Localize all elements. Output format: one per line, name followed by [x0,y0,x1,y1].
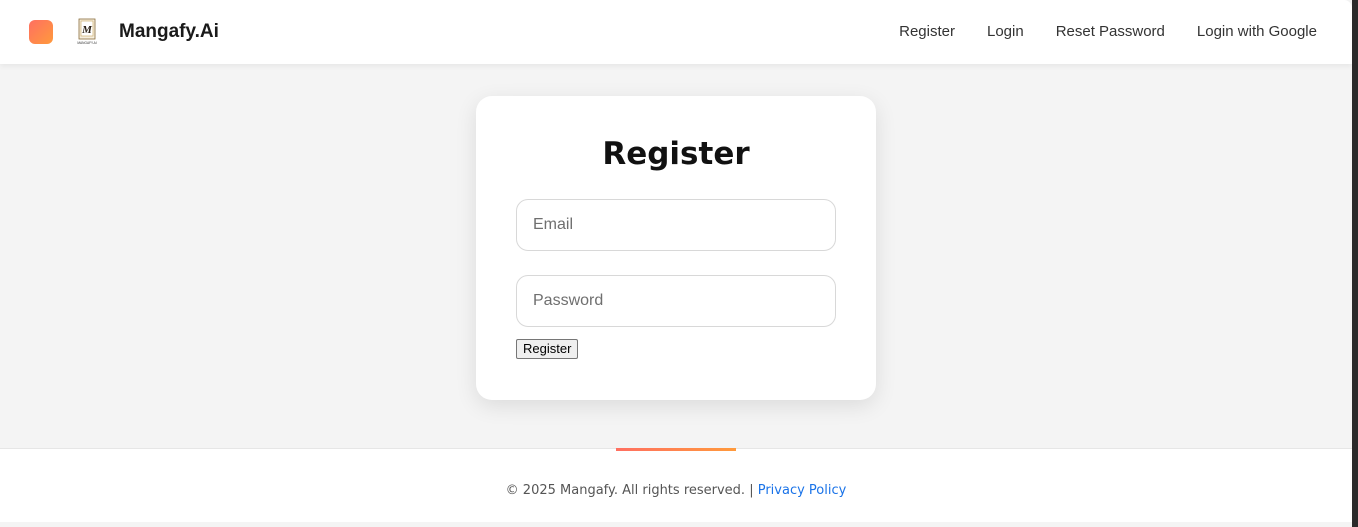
page: M MANGAFY.AI Mangafy.Ai Register Login R… [0,0,1358,527]
password-input[interactable] [516,275,836,327]
register-card: Register Register [476,96,876,400]
main-nav: Register Login Reset Password Login with… [867,22,1317,42]
nav-login-google-link[interactable]: Login with Google [1197,22,1317,42]
window-edge [1352,0,1358,527]
footer-accent-bar [616,448,736,451]
register-submit-button[interactable]: Register [516,339,579,359]
nav-login-link[interactable]: Login [987,22,1024,42]
page-title: Register [602,136,750,172]
privacy-policy-link[interactable]: Privacy Policy [758,483,847,498]
svg-text:M: M [81,24,93,36]
copyright-text: © 2025 Mangafy. All rights reserved. | [505,483,754,498]
nav-reset-password-link[interactable]: Reset Password [1056,22,1165,42]
footer-text: © 2025 Mangafy. All rights reserved. | P… [0,482,1352,500]
svg-text:MANGAFY.AI: MANGAFY.AI [77,41,96,45]
email-input[interactable] [516,199,836,251]
app-icon[interactable] [29,20,53,44]
nav-register-link[interactable]: Register [899,22,955,42]
top-navbar: M MANGAFY.AI Mangafy.Ai Register Login R… [0,0,1352,64]
brand-name[interactable]: Mangafy.Ai [119,20,219,44]
mangafy-logo[interactable]: M MANGAFY.AI [72,17,102,47]
footer: © 2025 Mangafy. All rights reserved. | P… [0,448,1352,522]
